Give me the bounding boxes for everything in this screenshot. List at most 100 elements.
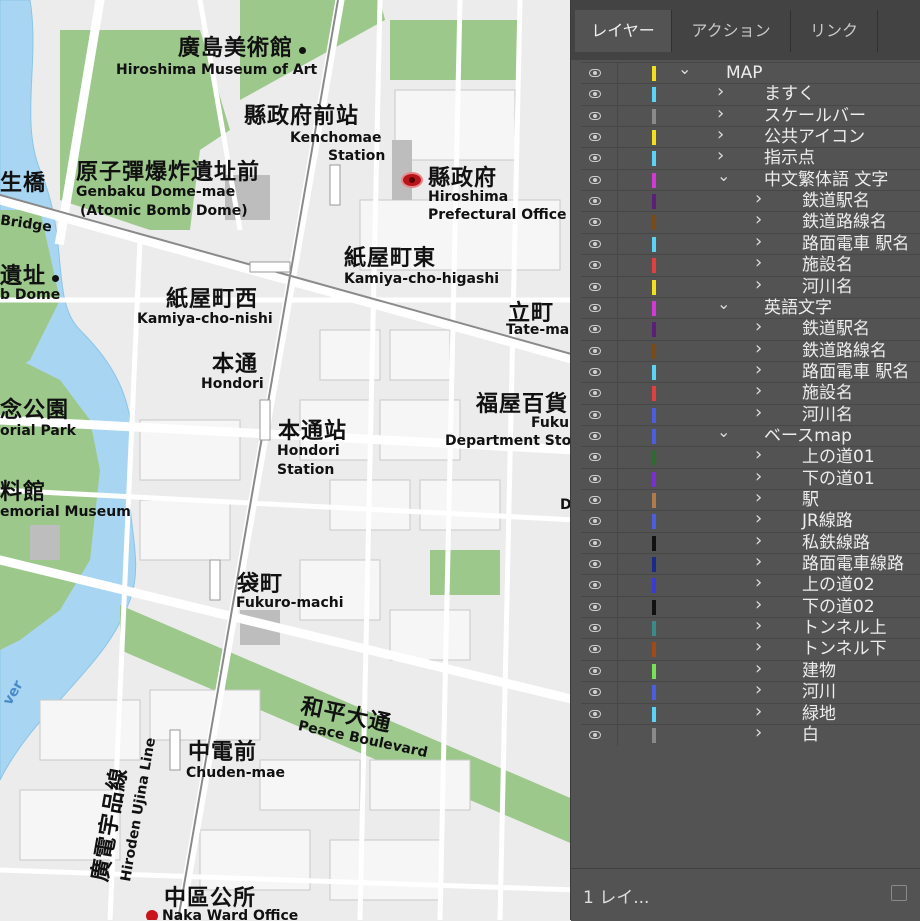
chevron-down-icon[interactable]: ⌄ xyxy=(717,295,730,311)
visibility-eye-icon[interactable] xyxy=(587,558,605,570)
chevron-down-icon[interactable]: ⌄ xyxy=(678,61,691,77)
layer-row[interactable]: › 河川 xyxy=(581,681,920,704)
layer-row[interactable]: ⌄ 中文繁体語 文字 xyxy=(581,167,920,191)
kamiyacho-higashi-label[interactable]: 紙屋町東 xyxy=(344,240,436,272)
chevron-right-icon[interactable]: › xyxy=(755,638,762,656)
layer-row[interactable]: › 河川名 xyxy=(581,403,920,426)
layer-row[interactable]: › 鉄道駅名 xyxy=(581,318,920,341)
visibility-eye-icon[interactable] xyxy=(587,622,605,634)
layer-row[interactable]: › 鉄道駅名 xyxy=(581,190,920,213)
visibility-eye-icon[interactable] xyxy=(587,601,605,613)
layer-row[interactable]: › 白 xyxy=(581,723,920,746)
visibility-eye-icon[interactable] xyxy=(587,345,605,357)
chevron-right-icon[interactable]: › xyxy=(717,147,724,165)
visibility-eye-icon[interactable] xyxy=(587,451,605,463)
tab-links[interactable]: リンク xyxy=(791,10,878,52)
visibility-eye-icon[interactable] xyxy=(587,238,605,250)
chevron-right-icon[interactable]: › xyxy=(755,595,762,613)
export-icon[interactable] xyxy=(891,885,907,901)
layer-row[interactable]: › 駅 xyxy=(581,489,920,511)
layer-row[interactable]: › トンネル下 xyxy=(581,638,920,661)
layer-row[interactable]: › 路面電車 駅名 xyxy=(581,232,920,255)
peace-park-label[interactable]: 念公園 xyxy=(0,392,69,424)
hondori-station-label[interactable]: 本通站 xyxy=(278,413,347,445)
layer-row[interactable]: ⌄ ベースmap xyxy=(581,423,920,447)
genbaku-dome-mae-label[interactable]: 原子彈爆炸遺址前 xyxy=(76,154,260,186)
visibility-eye-icon[interactable] xyxy=(587,537,605,549)
atomic-dome-label[interactable]: 遺址 xyxy=(0,258,60,290)
memorial-museum-label[interactable]: 料館 xyxy=(0,474,46,506)
layer-row[interactable]: › 私鉄線路 xyxy=(581,531,920,554)
chevron-right-icon[interactable]: › xyxy=(755,574,762,592)
layer-row[interactable]: › 緑地 xyxy=(581,702,920,725)
layer-row[interactable]: › 鉄道路線名 xyxy=(581,339,920,362)
chevron-right-icon[interactable]: › xyxy=(717,126,724,144)
chevron-right-icon[interactable]: › xyxy=(755,659,762,677)
visibility-eye-icon[interactable] xyxy=(587,281,605,293)
chevron-right-icon[interactable]: › xyxy=(717,83,724,101)
layer-row[interactable]: › 鉄道路線名 xyxy=(581,211,920,234)
kamiyacho-nishi-label[interactable]: 紙屋町西 xyxy=(166,281,258,313)
hondori-label[interactable]: 本通 xyxy=(212,346,258,378)
tab-actions[interactable]: アクション xyxy=(672,10,791,52)
visibility-eye-icon[interactable] xyxy=(587,259,605,271)
chevron-right-icon[interactable]: › xyxy=(755,403,762,421)
layer-row[interactable]: › 下の道01 xyxy=(581,467,920,490)
chevron-right-icon[interactable]: › xyxy=(755,190,762,208)
fukuromachi-label[interactable]: 袋町 xyxy=(237,566,283,598)
visibility-eye-icon[interactable] xyxy=(587,430,605,442)
chevron-right-icon[interactable]: › xyxy=(755,382,762,400)
ward-office-pin-icon[interactable] xyxy=(146,910,158,920)
chuden-mae-label[interactable]: 中電前 xyxy=(188,734,257,766)
layer-row[interactable]: › 河川名 xyxy=(581,275,920,298)
visibility-eye-icon[interactable] xyxy=(587,323,605,335)
chevron-down-icon[interactable]: ⌄ xyxy=(717,423,730,439)
visibility-eye-icon[interactable] xyxy=(587,515,605,527)
layer-row[interactable]: ⌄ 英語文字 xyxy=(581,295,920,319)
visibility-eye-icon[interactable] xyxy=(587,302,605,314)
chevron-right-icon[interactable]: › xyxy=(755,275,762,293)
chevron-right-icon[interactable]: › xyxy=(755,254,762,272)
visibility-eye-icon[interactable] xyxy=(587,216,605,228)
visibility-eye-icon[interactable] xyxy=(587,665,605,677)
layer-row[interactable]: › 施設名 xyxy=(581,382,920,405)
layer-row[interactable]: › 路面電車 駅名 xyxy=(581,360,920,383)
visibility-eye-icon[interactable] xyxy=(587,494,605,506)
layer-row[interactable]: › 上の道01 xyxy=(581,446,920,469)
visibility-eye-icon[interactable] xyxy=(587,409,605,421)
chevron-right-icon[interactable]: › xyxy=(755,467,762,485)
visibility-eye-icon[interactable] xyxy=(587,152,605,164)
chevron-right-icon[interactable]: › xyxy=(755,617,762,635)
layer-row[interactable]: ⌄ MAP xyxy=(581,61,920,84)
museum-art-label[interactable]: 廣島美術館 xyxy=(178,30,307,62)
layer-row[interactable]: › ますく xyxy=(581,83,920,106)
chevron-right-icon[interactable]: › xyxy=(755,232,762,250)
chevron-right-icon[interactable]: › xyxy=(755,360,762,378)
layer-row[interactable]: › 路面電車線路 xyxy=(581,553,920,576)
prefectural-office-label[interactable]: 縣政府 xyxy=(428,160,497,192)
visibility-eye-icon[interactable] xyxy=(587,643,605,655)
layer-row[interactable]: › 下の道02 xyxy=(581,595,920,618)
visibility-eye-icon[interactable] xyxy=(587,579,605,591)
chevron-right-icon[interactable]: › xyxy=(755,446,762,464)
chevron-down-icon[interactable]: ⌄ xyxy=(717,167,730,183)
chevron-right-icon[interactable]: › xyxy=(755,318,762,336)
visibility-eye-icon[interactable] xyxy=(587,387,605,399)
prefectural-office-pin-icon[interactable] xyxy=(401,172,423,188)
chevron-right-icon[interactable]: › xyxy=(755,211,762,229)
visibility-eye-icon[interactable] xyxy=(587,729,605,741)
tab-layers[interactable]: レイヤー xyxy=(575,10,672,52)
chevron-right-icon[interactable]: › xyxy=(755,510,762,528)
layer-row[interactable]: › 公共アイコン xyxy=(581,126,920,149)
layer-row[interactable]: › 建物 xyxy=(581,659,920,682)
chevron-right-icon[interactable]: › xyxy=(755,702,762,720)
chevron-right-icon[interactable]: › xyxy=(755,489,762,507)
visibility-eye-icon[interactable] xyxy=(587,131,605,143)
chevron-right-icon[interactable]: › xyxy=(755,681,762,699)
chevron-right-icon[interactable]: › xyxy=(755,339,762,357)
fukuya-label[interactable]: 福屋百貨 xyxy=(476,386,568,418)
visibility-eye-icon[interactable] xyxy=(587,174,605,186)
visibility-eye-icon[interactable] xyxy=(587,686,605,698)
layer-row[interactable]: › 施設名 xyxy=(581,254,920,277)
layer-row[interactable]: › トンネル上 xyxy=(581,617,920,640)
